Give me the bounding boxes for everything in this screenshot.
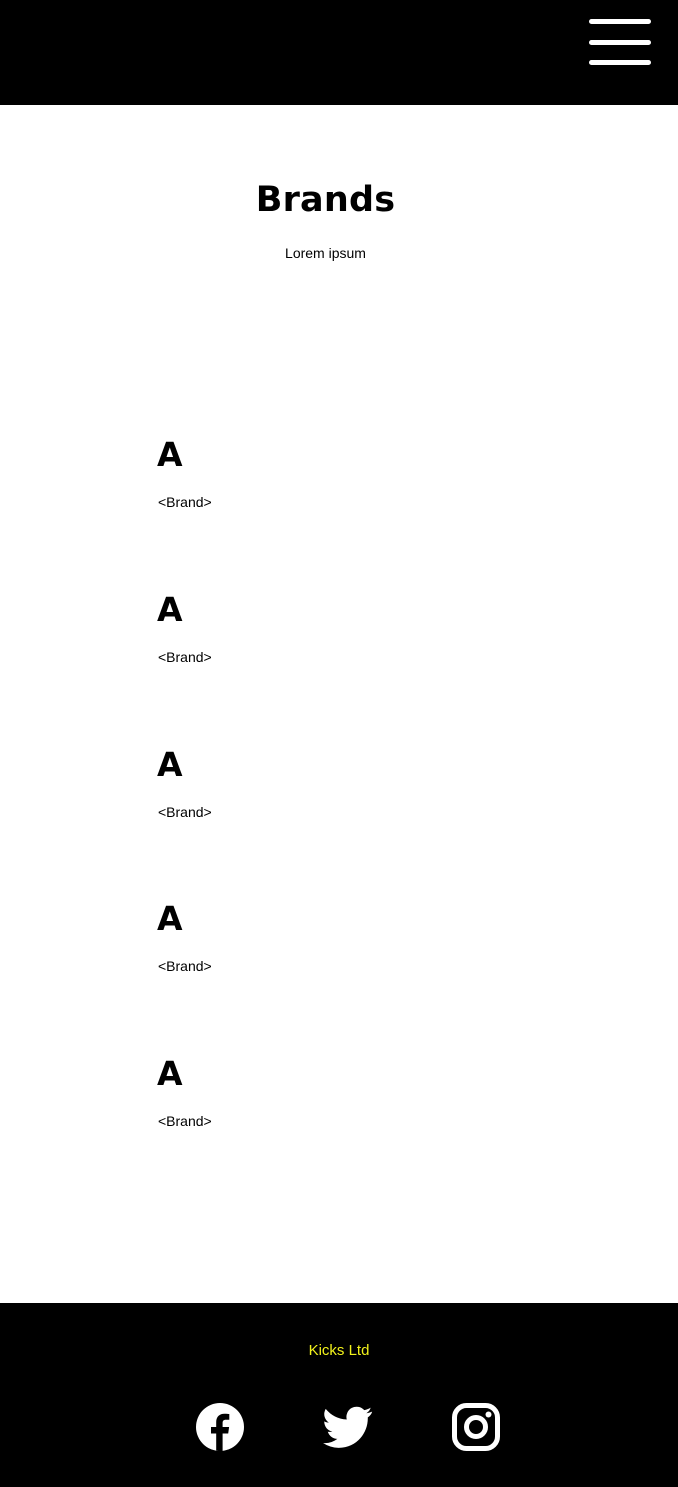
menu-line <box>589 19 651 24</box>
facebook-icon[interactable] <box>195 1402 245 1452</box>
instagram-icon[interactable] <box>451 1402 501 1452</box>
brand-link[interactable]: <Brand> <box>158 1113 212 1129</box>
brand-group: A <Brand> <box>157 746 457 836</box>
brand-group-letter: A <box>157 435 183 474</box>
footer-company-name: Kicks Ltd <box>308 1342 370 1359</box>
page-subtitle: Lorem ipsum <box>285 245 366 261</box>
top-bar <box>0 0 678 105</box>
brand-link[interactable]: <Brand> <box>158 494 212 510</box>
menu-line <box>589 60 651 65</box>
brand-group: A <Brand> <box>157 900 457 990</box>
brand-link[interactable]: <Brand> <box>158 804 212 820</box>
footer: Kicks Ltd <box>0 1303 678 1487</box>
brand-group: A <Brand> <box>157 591 457 681</box>
brand-group-letter: A <box>157 899 183 938</box>
page-title: Brands <box>255 180 396 220</box>
brand-link[interactable]: <Brand> <box>158 649 212 665</box>
brand-group-letter: A <box>157 1054 183 1093</box>
brand-link[interactable]: <Brand> <box>158 958 212 974</box>
hamburger-menu-icon[interactable] <box>589 19 651 67</box>
menu-line <box>589 40 651 45</box>
twitter-icon[interactable] <box>323 1402 373 1452</box>
brand-group-letter: A <box>157 590 183 629</box>
brand-group-letter: A <box>157 745 183 784</box>
brand-group: A <Brand> <box>157 1055 457 1145</box>
brand-group: A <Brand> <box>157 436 457 526</box>
